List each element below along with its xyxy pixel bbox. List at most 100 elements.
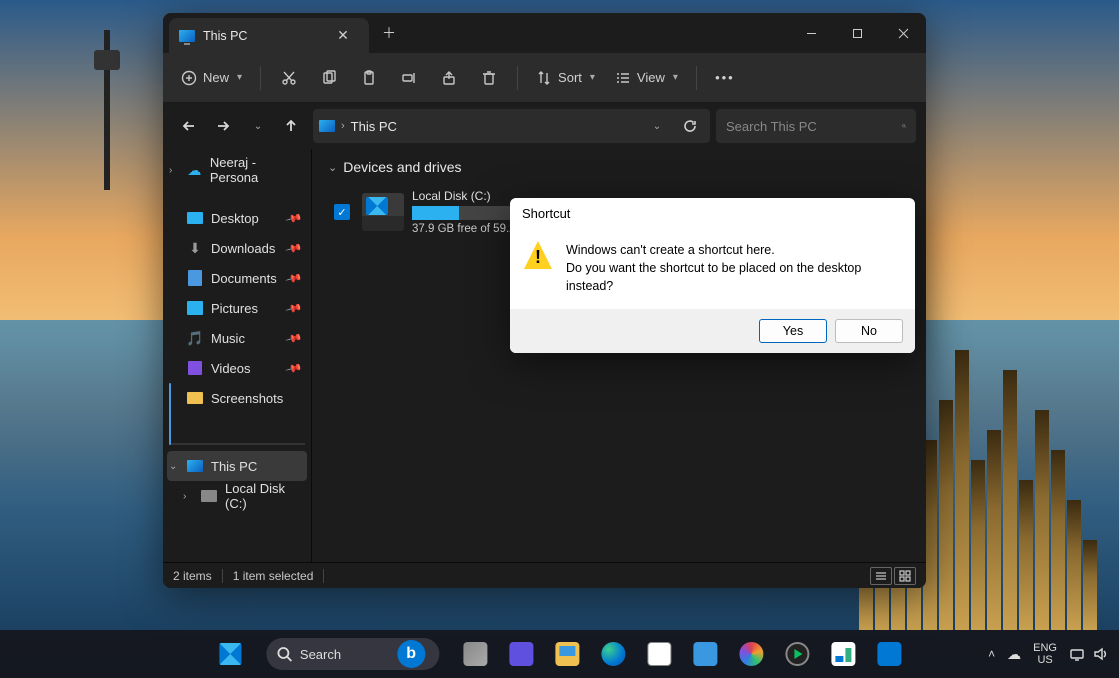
new-button[interactable]: New ▾ [173,61,250,95]
icons-view-button[interactable] [894,567,916,585]
taskbar-m365[interactable] [731,634,771,674]
back-button[interactable] [173,110,205,142]
new-label: New [203,70,229,85]
music-icon: 🎵 [187,330,203,346]
share-button[interactable] [431,61,467,95]
address-dropdown-button[interactable]: ⌄ [642,112,670,140]
taskbar-file-explorer[interactable] [547,634,587,674]
taskbar-search[interactable]: Search b [256,634,449,674]
store-icon [647,642,671,666]
videos-icon [187,360,203,376]
m365-icon [739,642,763,666]
sidebar-item-onedrive-personal[interactable]: › ☁ Neeraj - Persona [167,155,307,185]
copy-button[interactable] [311,61,347,95]
start-button[interactable] [210,634,250,674]
bing-icon: b [397,640,425,668]
more-button[interactable]: ••• [707,61,743,95]
sidebar-divider [169,443,305,445]
tab-close-button[interactable]: ✕ [329,22,357,50]
checkbox-checked-icon[interactable]: ✓ [334,204,350,220]
new-tab-button[interactable]: ＋ [375,19,403,47]
breadcrumb[interactable]: This PC [351,119,397,134]
sidebar-item-downloads[interactable]: ⬇ Downloads 📌 [167,233,307,263]
rename-button[interactable] [391,61,427,95]
sort-button[interactable]: Sort ▾ [528,61,603,95]
sidebar-item-label: Neeraj - Persona [210,155,301,185]
sidebar-item-documents[interactable]: Documents 📌 [167,263,307,293]
minimize-button[interactable] [788,13,834,53]
dialog-message: Windows can't create a shortcut here. Do… [566,241,901,295]
language-button[interactable]: ENG US [1033,642,1057,666]
titlebar: This PC ✕ ＋ [163,13,926,53]
drive-space-used [412,206,459,220]
pin-icon: 📌 [285,239,303,257]
pin-icon: 📌 [285,269,303,287]
system-tray: ˄ ☁ ENG US [988,642,1109,666]
dialog-title: Shortcut [510,198,915,229]
search-icon [902,119,906,133]
status-selected-count: 1 item selected [233,569,314,583]
chevron-down-icon: ⌄ [653,121,661,132]
sidebar-item-videos[interactable]: Videos 📌 [167,353,307,383]
recent-button[interactable]: ⌄ [241,110,273,142]
taskbar-store[interactable] [639,634,679,674]
sidebar-item-label: Downloads [211,241,275,256]
nav-arrows: ⌄ [173,110,307,142]
search-input[interactable] [726,119,902,134]
sidebar-item-label: Documents [211,271,277,286]
ellipsis-icon: ••• [715,70,735,85]
sidebar-item-pictures[interactable]: Pictures 📌 [167,293,307,323]
close-button[interactable] [880,13,926,53]
sidebar-item-label: Pictures [211,301,258,316]
chevron-down-icon: ▾ [673,72,678,83]
sidebar-item-screenshots[interactable]: Screenshots [167,383,307,413]
onedrive-tray-icon[interactable]: ☁ [1007,646,1021,663]
refresh-button[interactable] [676,112,704,140]
yes-button[interactable]: Yes [759,319,827,343]
sidebar-item-label: Screenshots [211,391,283,406]
chevron-down-icon: ⌄ [254,121,262,132]
taskbar-calculator[interactable] [685,634,725,674]
task-view-button[interactable] [455,634,495,674]
taskbar-tips[interactable] [869,634,909,674]
up-button[interactable] [275,110,307,142]
share-icon [441,70,457,86]
delete-button[interactable] [471,61,507,95]
search-box[interactable] [716,109,916,143]
folder-icon [187,390,203,406]
windows-icon [219,643,241,665]
group-header-label: Devices and drives [343,159,461,175]
trash-icon [481,70,497,86]
cut-icon [281,70,297,86]
sidebar-item-desktop[interactable]: Desktop 📌 [167,203,307,233]
pin-icon: 📌 [285,329,303,347]
details-view-button[interactable] [870,567,892,585]
copy-icon [321,70,337,86]
sidebar-item-music[interactable]: 🎵 Music 📌 [167,323,307,353]
pin-icon: 📌 [285,299,303,317]
network-volume-button[interactable] [1069,646,1109,662]
taskbar-whiteboard[interactable] [823,634,863,674]
taskbar-edge[interactable] [593,634,633,674]
sidebar-item-label: Local Disk (C:) [225,481,301,511]
taskbar-chat[interactable] [501,634,541,674]
network-icon [1069,646,1085,662]
forward-button[interactable] [207,110,239,142]
group-devices-drives[interactable]: ⌄ Devices and drives [328,159,910,175]
sidebar-item-local-disk-c[interactable]: › Local Disk (C:) [167,481,307,511]
cut-button[interactable] [271,61,307,95]
tray-overflow-button[interactable]: ˄ [988,647,995,661]
toolbar-separator [260,66,261,90]
expand-icon: ⌄ [169,461,177,472]
no-button[interactable]: No [835,319,903,343]
taskbar-media-player[interactable] [777,634,817,674]
cloud-icon: ☁ [187,162,202,178]
tab-title: This PC [203,29,247,43]
tab-this-pc[interactable]: This PC ✕ [169,18,369,53]
maximize-button[interactable] [834,13,880,53]
sidebar-item-label: Music [211,331,245,346]
address-bar[interactable]: › This PC ⌄ [313,109,710,143]
paste-button[interactable] [351,61,387,95]
sidebar-item-this-pc[interactable]: ⌄ This PC [167,451,307,481]
view-button[interactable]: View ▾ [607,61,686,95]
